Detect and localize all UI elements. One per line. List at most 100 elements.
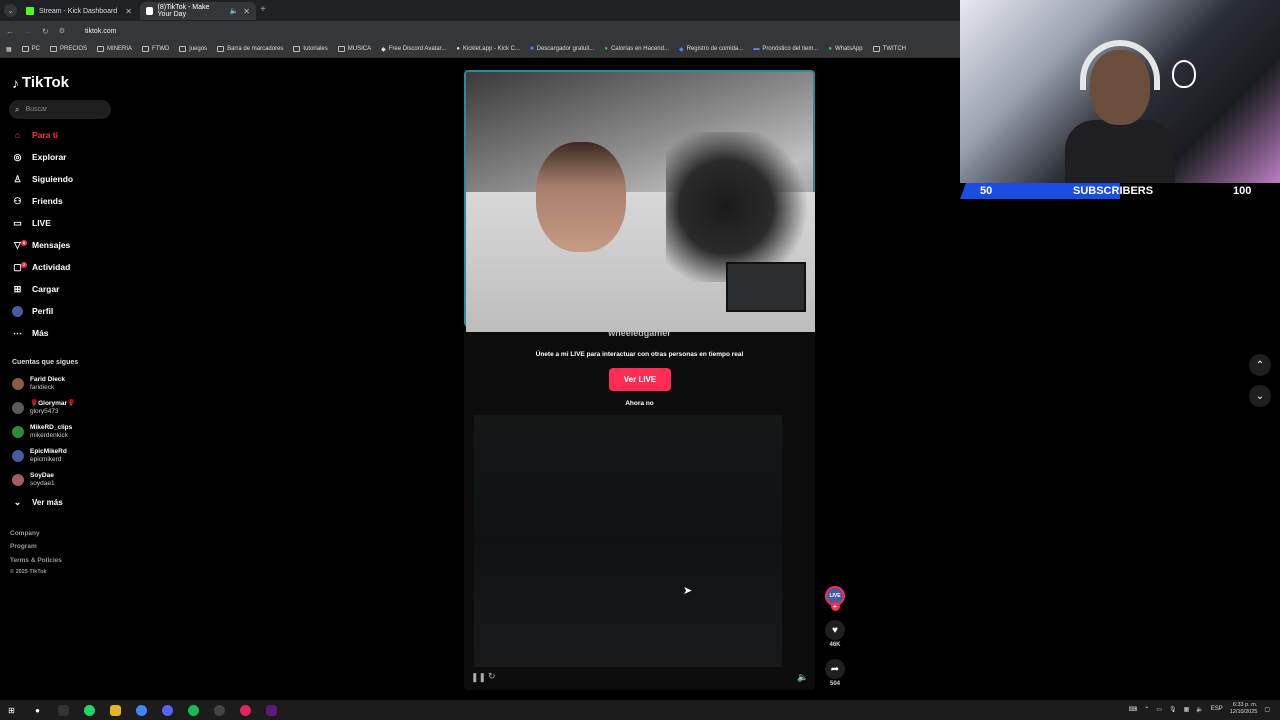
footer-terms[interactable]: Terms & Policies [10,557,62,564]
avatar [12,402,24,414]
bookmark-label: Descargador gratuit... [536,46,595,52]
reload-icon[interactable]: ↻ [42,27,49,36]
premiere-icon[interactable] [266,704,277,716]
logo-text: TikTok [22,74,69,91]
forward-icon[interactable]: → [24,27,32,36]
back-icon[interactable]: ← [6,27,14,36]
nav-label: Cargar [32,284,60,294]
mic-icon[interactable]: 🎙 [1169,706,1177,713]
bookmark[interactable]: PRECIOS [50,46,87,52]
nav-mas[interactable]: ⋯ Más [12,324,122,342]
live-preview[interactable] [464,70,815,332]
like-button[interactable]: ♥ 46K [825,620,845,648]
bookmark[interactable]: TWITCH [872,46,906,52]
bookmark[interactable]: tutoriales [293,46,328,52]
follow-plus-icon[interactable]: + [830,602,840,611]
nav-actividad[interactable]: ▢ 2 Actividad [12,258,122,276]
bookmark[interactable]: FTWD [142,46,169,52]
nav-friends[interactable]: ⚇ Friends [12,192,122,210]
speaker-icon[interactable]: 🔈 [230,7,239,15]
keyboard-icon[interactable]: ⌨ [1129,706,1138,713]
bookmark[interactable]: ◆ Free Discord Avatar... [381,46,446,53]
following-account[interactable]: MikeRD_clips mikerdenkick [12,421,122,443]
discord-icon[interactable] [162,704,173,716]
close-tab-icon[interactable]: ✕ [125,7,132,16]
tab-tiktok[interactable]: (8)TikTok - Make Your Day 🔈 ✕ [140,2,256,20]
url-field[interactable]: tiktok.com [85,28,117,35]
windows-start-icon[interactable]: ⊞ [6,705,17,716]
bookmark[interactable]: ◆ Registro de comida... [679,46,743,53]
bookmark[interactable]: MUSICA [337,46,371,52]
footer-program[interactable]: Program [10,543,37,550]
battery-icon[interactable]: ▭ [1156,706,1162,713]
network-icon[interactable]: ▦ [1184,706,1190,713]
bookmark[interactable]: PC [21,46,40,52]
tray-chevron-icon[interactable]: ⌃ [1144,706,1149,713]
spotify-icon[interactable] [188,704,199,716]
following-account[interactable]: 🌹Glorymar🌹 glory5473 [12,397,122,419]
bookmark[interactable]: MINERIA [97,46,132,52]
following-account[interactable]: Farid Dieck faridieck [12,373,122,395]
language-indicator[interactable]: ESP [1211,706,1223,712]
tab-search-button[interactable]: ⌄ [4,4,17,17]
preview-person [536,142,626,252]
avatar [12,378,24,390]
bookmark[interactable]: ● WhatsApp [828,46,862,52]
sub-goal: 100 [1233,185,1252,197]
whatsapp-icon[interactable] [84,704,95,716]
next-video-button[interactable]: ⌄ [1249,385,1271,407]
tab-kick-dashboard[interactable]: Stream - Kick Dashboard ✕ [20,2,138,20]
bookmark[interactable]: ▬ Pronóstico del tiem... [753,46,818,52]
pause-icon[interactable]: ❚❚ [471,672,486,683]
see-more-button[interactable]: ⌄ Ver más [12,493,122,511]
nav-siguiendo[interactable]: ♙ Siguiendo [12,170,122,188]
new-tab-button[interactable]: + [260,4,266,15]
taskbar-search-icon[interactable]: ● [32,705,43,716]
bookmark[interactable]: ● Calorías en Hacend... [604,46,669,52]
apps-icon[interactable]: ▦ [6,46,12,53]
following-account[interactable]: SoyDae soydae1 [12,469,122,491]
live-avatar[interactable]: LIVE + [825,586,845,611]
video-player[interactable]: wheeledgamer Únete a mi LIVE para intera… [464,70,815,690]
nav-explorar[interactable]: ◎ Explorar [12,148,122,166]
replay-icon[interactable]: ↻ [488,671,496,682]
site-info-icon[interactable]: ⚙ [59,27,65,35]
share-count: 504 [829,681,840,687]
volume-icon[interactable]: 🔈 [797,672,808,683]
bookmark[interactable]: Barra de marcadores [217,46,283,52]
obs-icon[interactable] [214,704,225,716]
ahora-no-button[interactable]: Ahora no [464,400,815,407]
bookmark[interactable]: ● Kicklet.app - Kick C... [456,46,520,52]
clock[interactable]: 6:33 p. m. 12/10/2025 [1230,702,1258,716]
tiktok-logo[interactable]: ♪ TikTok [12,74,69,91]
app-icon[interactable] [240,704,251,716]
channel-name[interactable]: wheeledgamer [464,328,815,338]
volume-tray-icon[interactable]: 🔈 [1196,706,1203,713]
bookmark[interactable]: juegos [179,46,207,52]
search-input[interactable]: ⌕ Buscar [9,100,111,119]
nav-para-ti[interactable]: ⌂ Para ti [12,126,122,144]
chrome-icon[interactable] [136,704,147,716]
file-explorer-icon[interactable] [110,704,121,716]
footer-company[interactable]: Company [10,530,40,537]
folder-icon [50,46,58,52]
address-bar: ← → ↻ ⚙ tiktok.com [0,21,960,41]
nav-cargar[interactable]: ⊞ Cargar [12,280,122,298]
ver-live-button[interactable]: Ver LIVE [609,368,671,391]
live-icon: ▭ [13,217,22,228]
nav-label: Mensajes [32,240,71,250]
nav-live[interactable]: ▭ LIVE [12,214,122,232]
bookmark[interactable]: ■ Descargador gratuit... [530,46,594,52]
share-button[interactable]: ➦ 504 [825,659,845,687]
close-tab-icon[interactable]: ✕ [243,7,250,16]
app-icon[interactable] [58,704,69,716]
clock-time: 6:33 p. m. [1232,702,1258,708]
previous-video-button[interactable]: ⌃ [1249,354,1271,376]
following-account[interactable]: EpicMikeRd epicmikerd [12,445,122,467]
notification-icon[interactable]: ▢ [1264,706,1270,713]
preview-equipment [666,132,815,282]
nav-perfil[interactable]: Perfil [12,302,122,320]
following-icon: ♙ [13,173,22,184]
nav-mensajes[interactable]: ▽ 8 Mensajes [12,236,122,254]
kicklet-icon: ● [456,46,460,52]
